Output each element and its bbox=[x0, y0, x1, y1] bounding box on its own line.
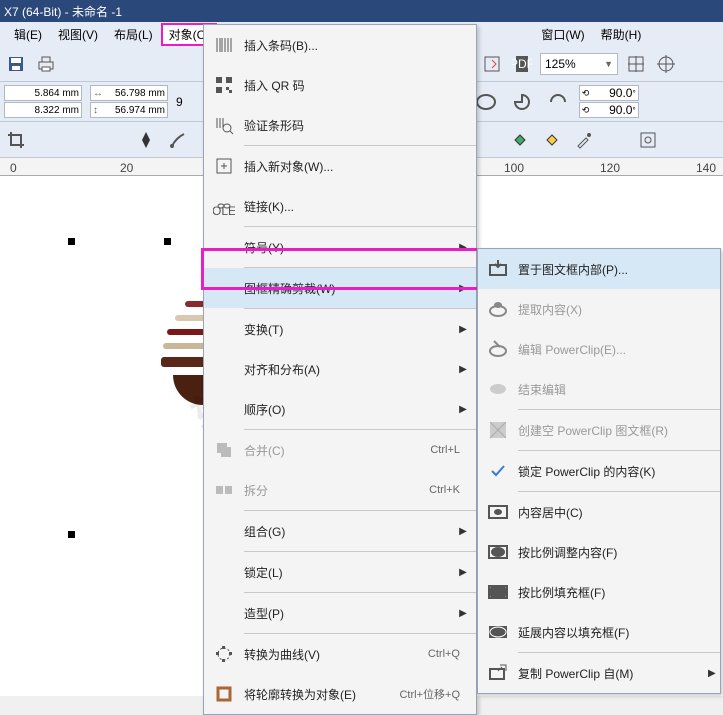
title-bar: X7 (64-Bit) - 未命名 -1 bbox=[0, 0, 723, 22]
submenu-arrow-icon: ▶ bbox=[458, 242, 468, 253]
eyedropper-icon[interactable] bbox=[572, 128, 596, 152]
combine-icon bbox=[204, 430, 244, 470]
chevron-down-icon: ▼ bbox=[604, 59, 613, 69]
menu-break[interactable]: 拆分 Ctrl+K bbox=[204, 470, 476, 510]
submenu-stretch-fill[interactable]: 延展内容以填充框(F) bbox=[478, 612, 720, 652]
print-icon[interactable] bbox=[34, 52, 58, 76]
submenu-arrow-icon: ▶ bbox=[708, 668, 720, 679]
snap-icon[interactable] bbox=[624, 52, 648, 76]
options-icon[interactable] bbox=[636, 128, 660, 152]
submenu-edit-powerclip[interactable]: 编辑 PowerClip(E)... bbox=[478, 329, 720, 369]
app-title: X7 (64-Bit) - 未命名 -1 bbox=[4, 3, 122, 20]
menu-symbol[interactable]: 符号(Y) ▶ bbox=[204, 227, 476, 267]
insert-object-icon bbox=[204, 146, 244, 186]
menu-order[interactable]: 顺序(O) ▶ bbox=[204, 389, 476, 429]
copy-from-icon bbox=[478, 653, 518, 693]
menu-view[interactable]: 视图(V) bbox=[50, 23, 106, 46]
submenu-place-inside[interactable]: 置于图文框内部(P)... bbox=[478, 249, 720, 289]
submenu-arrow-icon: ▶ bbox=[458, 324, 468, 335]
menu-combine[interactable]: 合并(C) Ctrl+L bbox=[204, 430, 476, 470]
save-icon[interactable] bbox=[4, 52, 28, 76]
menu-transform[interactable]: 变换(T) ▶ bbox=[204, 309, 476, 349]
menu-edit[interactable]: 辑(E) bbox=[6, 23, 50, 46]
export-icon[interactable] bbox=[480, 52, 504, 76]
submenu-lock-content[interactable]: 锁定 PowerClip 的内容(K) bbox=[478, 451, 720, 491]
brush-icon[interactable] bbox=[166, 128, 190, 152]
submenu-center-content[interactable]: 内容居中(C) bbox=[478, 492, 720, 532]
selection-handle[interactable] bbox=[164, 238, 171, 245]
links-icon: OLE bbox=[204, 186, 244, 226]
extra-val: 9 bbox=[176, 95, 183, 109]
center-icon bbox=[478, 492, 518, 532]
selection-handle[interactable] bbox=[68, 238, 75, 245]
menu-shaping[interactable]: 造型(P) ▶ bbox=[204, 593, 476, 633]
menu-links[interactable]: OLE 链接(K)... bbox=[204, 186, 476, 226]
verify-barcode-icon bbox=[204, 105, 244, 145]
submenu-create-empty[interactable]: 创建空 PowerClip 图文框(R) bbox=[478, 410, 720, 450]
fill-prop-icon bbox=[478, 572, 518, 612]
qr-icon bbox=[204, 65, 244, 105]
menu-powerclip[interactable]: 图框精确剪裁(W) ▶ bbox=[204, 268, 476, 308]
submenu-arrow-icon: ▶ bbox=[458, 608, 468, 619]
svg-text:OLE: OLE bbox=[213, 204, 235, 217]
zoom-combo[interactable]: 125% ▼ bbox=[540, 53, 618, 75]
outline-obj-icon bbox=[204, 674, 244, 714]
menu-window[interactable]: 窗口(W) bbox=[533, 23, 592, 46]
submenu-finish-edit[interactable]: 结束编辑 bbox=[478, 369, 720, 409]
pen-icon[interactable] bbox=[134, 128, 158, 152]
fit-prop-icon bbox=[478, 532, 518, 572]
height-field[interactable]: ↕56.974 mm bbox=[90, 102, 168, 118]
x-field[interactable]: 5.864 mm bbox=[4, 85, 82, 101]
menu-align-distribute[interactable]: 对齐和分布(A) ▶ bbox=[204, 349, 476, 389]
zoom-value: 125% bbox=[545, 57, 604, 71]
grid-icon[interactable] bbox=[654, 52, 678, 76]
smart-fill-icon[interactable] bbox=[540, 128, 564, 152]
fill-icon[interactable] bbox=[508, 128, 532, 152]
menu-insert-qr[interactable]: 插入 QR 码 bbox=[204, 65, 476, 105]
pdf-icon[interactable]: PDF bbox=[510, 52, 534, 76]
svg-text:PDF: PDF bbox=[512, 57, 532, 71]
menu-verify-barcode[interactable]: 验证条形码 bbox=[204, 105, 476, 145]
to-curve-icon bbox=[204, 634, 244, 674]
submenu-arrow-icon: ▶ bbox=[458, 404, 468, 415]
menu-insert-new-object[interactable]: 插入新对象(W)... bbox=[204, 146, 476, 186]
submenu-arrow-icon: ▶ bbox=[458, 567, 468, 578]
pie-tool-icon[interactable] bbox=[507, 88, 537, 116]
width-field[interactable]: ↔56.798 mm bbox=[90, 85, 168, 101]
angle1-field[interactable]: ⟲90.0° bbox=[579, 85, 639, 101]
object-menu-dropdown: 插入条码(B)... 插入 QR 码 验证条形码 插入新对象(W)... OLE… bbox=[203, 24, 477, 715]
edit-powerclip-icon bbox=[478, 329, 518, 369]
place-inside-icon bbox=[478, 249, 518, 289]
menu-help[interactable]: 帮助(H) bbox=[593, 23, 650, 46]
barcode-icon bbox=[204, 25, 244, 65]
submenu-arrow-icon: ▶ bbox=[458, 283, 468, 294]
angle2-field[interactable]: ⟲90.0° bbox=[579, 102, 639, 118]
submenu-fill-proportional[interactable]: 按比例填充框(F) bbox=[478, 572, 720, 612]
empty-frame-icon bbox=[478, 410, 518, 450]
crop-icon[interactable] bbox=[4, 128, 28, 152]
submenu-arrow-icon: ▶ bbox=[458, 364, 468, 375]
menu-convert-to-curve[interactable]: 转换为曲线(V) Ctrl+Q bbox=[204, 634, 476, 674]
submenu-extract[interactable]: 提取内容(X) bbox=[478, 289, 720, 329]
selection-handle[interactable] bbox=[68, 531, 75, 538]
arc-tool-icon[interactable] bbox=[543, 88, 573, 116]
powerclip-submenu: 置于图文框内部(P)... 提取内容(X) 编辑 PowerClip(E)...… bbox=[477, 248, 721, 694]
submenu-arrow-icon: ▶ bbox=[458, 526, 468, 537]
submenu-fit-proportional[interactable]: 按比例调整内容(F) bbox=[478, 532, 720, 572]
menu-outline-to-object[interactable]: 将轮廓转换为对象(E) Ctrl+位移+Q bbox=[204, 674, 476, 714]
menu-group[interactable]: 组合(G) ▶ bbox=[204, 511, 476, 551]
extract-icon bbox=[478, 289, 518, 329]
checkmark-icon bbox=[478, 451, 518, 491]
menu-insert-barcode[interactable]: 插入条码(B)... bbox=[204, 25, 476, 65]
break-icon bbox=[204, 470, 244, 510]
stretch-icon bbox=[478, 612, 518, 652]
menu-lock[interactable]: 锁定(L) ▶ bbox=[204, 552, 476, 592]
menu-layout[interactable]: 布局(L) bbox=[106, 23, 161, 46]
submenu-copy-from[interactable]: 复制 PowerClip 自(M) ▶ bbox=[478, 653, 720, 693]
y-field[interactable]: 8.322 mm bbox=[4, 102, 82, 118]
finish-edit-icon bbox=[478, 369, 518, 409]
